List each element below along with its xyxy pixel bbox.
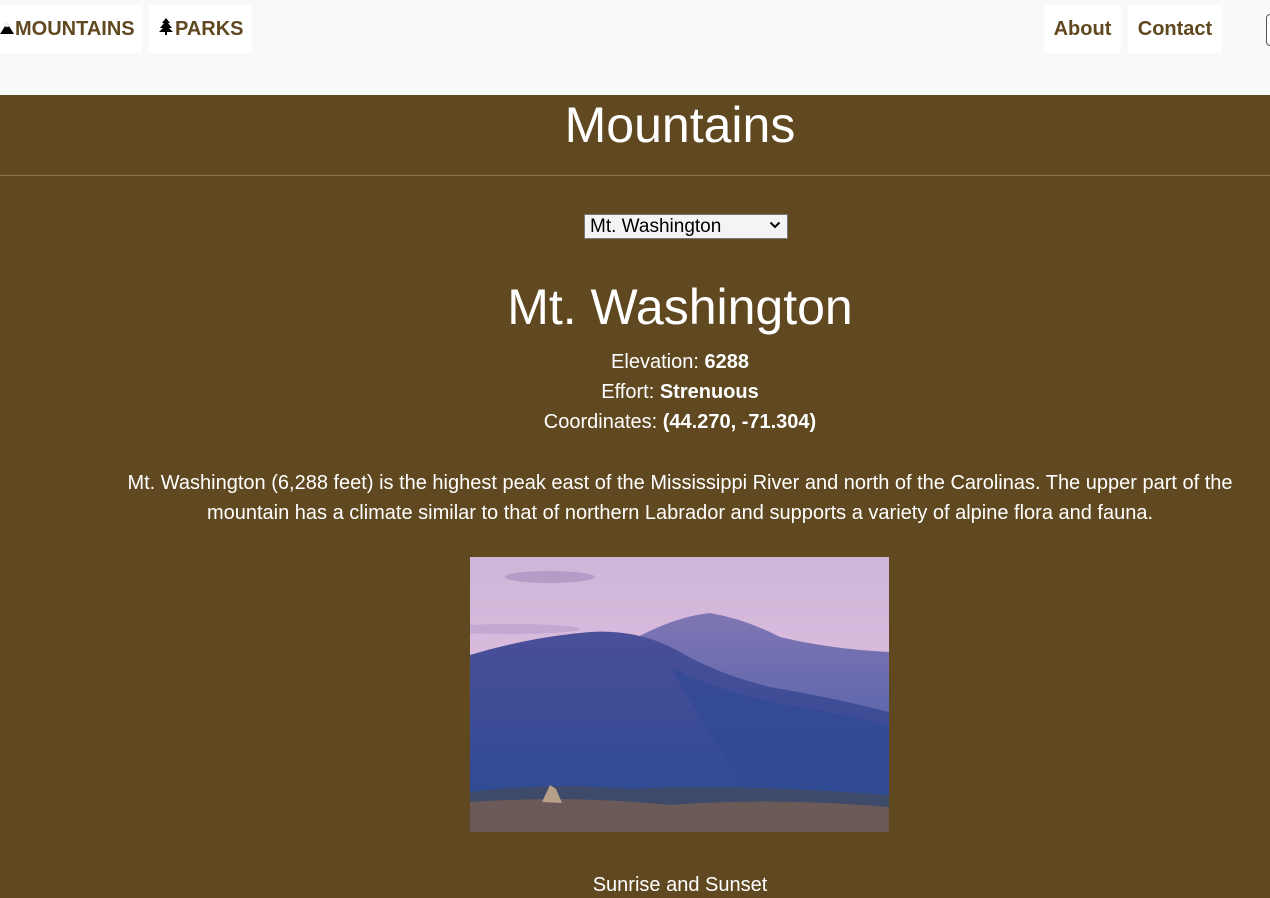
coordinates-row: Coordinates: (44.270, -71.304) bbox=[90, 410, 1270, 434]
effort-value: Strenuous bbox=[659, 381, 759, 403]
effort-row: Effort: Strenuous bbox=[90, 380, 1270, 404]
nav-parks-label: PARKS bbox=[175, 17, 244, 40]
coordinates-value: (44.270, -71.304) bbox=[662, 411, 817, 433]
title-divider bbox=[0, 175, 1270, 176]
nav-about-label: About bbox=[1053, 17, 1112, 40]
mountain-name: Mt. Washington bbox=[507, 279, 853, 335]
effort-label: Effort: bbox=[601, 381, 655, 403]
coordinates-label: Coordinates: bbox=[543, 411, 658, 433]
mountain-description: Mt. Washington (6,288 feet) is the highe… bbox=[127, 472, 1233, 524]
mountain-icon bbox=[0, 18, 14, 41]
chevron-down-icon bbox=[769, 219, 781, 234]
elevation-value: 6288 bbox=[704, 351, 749, 373]
page-title: Mountains bbox=[564, 97, 796, 153]
nav-contact-label: Contact bbox=[1137, 17, 1213, 40]
section-caption: Sunrise and Sunset bbox=[592, 874, 768, 896]
mountain-photo bbox=[470, 557, 889, 832]
navbar-toggler[interactable] bbox=[1266, 14, 1270, 46]
mountain-select[interactable]: Mt. Washington bbox=[584, 214, 788, 239]
nav-parks-link[interactable]: PARKS bbox=[149, 5, 252, 53]
nav-contact-link[interactable]: Contact bbox=[1128, 5, 1222, 53]
nav-mountains-link[interactable]: MOUNTAINS bbox=[0, 5, 142, 53]
tree-icon bbox=[158, 17, 174, 41]
mountain-select-value: Mt. Washington bbox=[590, 215, 722, 237]
elevation-label: Elevation: bbox=[611, 351, 699, 373]
nav-about-link[interactable]: About bbox=[1044, 5, 1121, 53]
top-navbar: MOUNTAINS PARKS About Contact bbox=[0, 0, 1270, 95]
nav-mountains-label: MOUNTAINS bbox=[15, 17, 135, 40]
elevation-row: Elevation: 6288 bbox=[90, 350, 1270, 374]
